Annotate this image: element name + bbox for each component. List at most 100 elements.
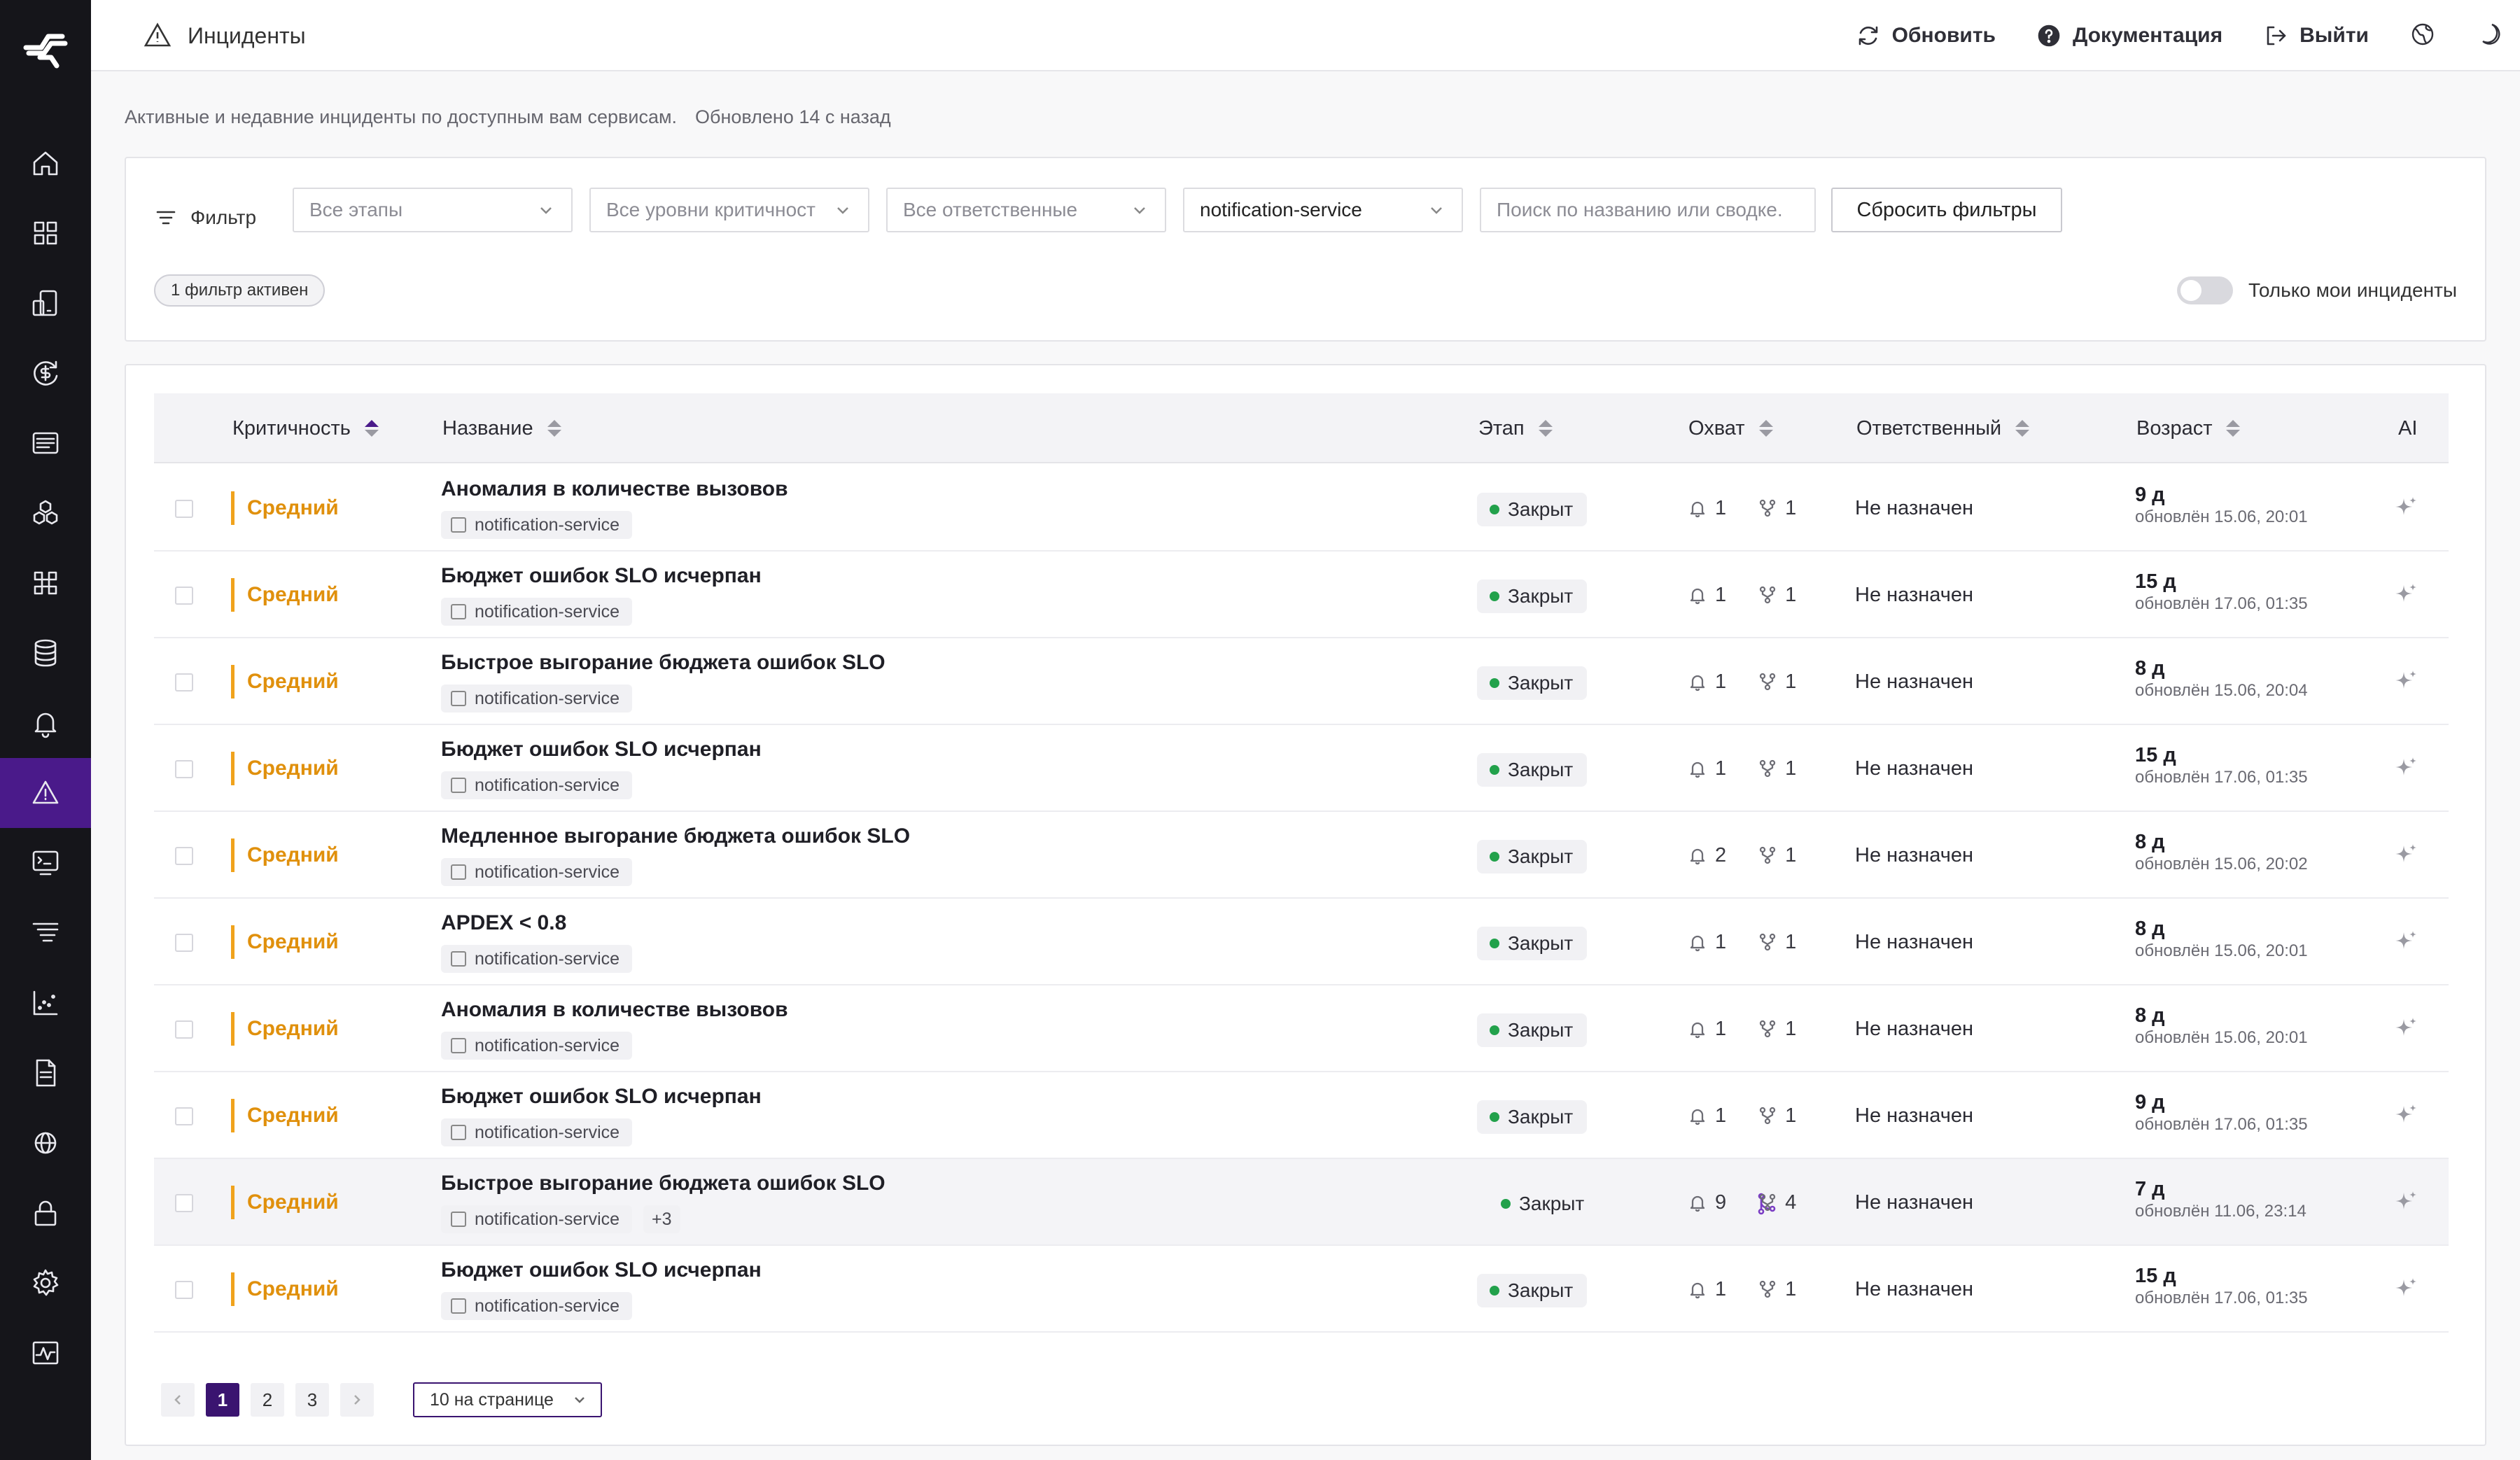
- table-row[interactable]: Средний Бюджет ошибок SLO исчерпан notific…: [154, 725, 2449, 812]
- table-row[interactable]: Средний Аномалия в количестве вызовов noti…: [154, 465, 2449, 552]
- search-input[interactable]: [1480, 188, 1816, 232]
- table-row[interactable]: Средний Аномалия в количестве вызовов noti…: [154, 985, 2449, 1072]
- incident-title[interactable]: Бюджет ошибок SLO исчерпан: [441, 1258, 762, 1282]
- documentation-button[interactable]: Документация: [2036, 23, 2222, 48]
- table-row[interactable]: Средний Быстрое выгорание бюджета ошибок …: [154, 1159, 2449, 1246]
- stage-select[interactable]: Все этапы: [293, 188, 573, 232]
- column-severity[interactable]: Критичность: [232, 393, 379, 463]
- theme-toggle-button[interactable]: [2477, 21, 2503, 51]
- incident-title[interactable]: Быстрое выгорание бюджета ошибок SLO: [441, 651, 886, 675]
- table-row[interactable]: Средний Медленное выгорание бюджета ошибо…: [154, 812, 2449, 899]
- page-button[interactable]: 2: [251, 1383, 284, 1417]
- page-size-select[interactable]: 10 на странице: [413, 1382, 602, 1417]
- age-cell: 15 д обновлён 17.06, 01:35: [2135, 743, 2308, 788]
- column-reach[interactable]: Охват: [1688, 393, 1773, 463]
- incident-title[interactable]: Медленное выгорание бюджета ошибок SLO: [441, 824, 910, 848]
- page-button[interactable]: 1: [206, 1383, 239, 1417]
- service-tag[interactable]: notification-service: [441, 511, 633, 539]
- service-tag[interactable]: notification-service: [441, 1118, 633, 1146]
- refresh-button[interactable]: Обновить: [1856, 23, 1996, 48]
- sidebar-item-monitoring[interactable]: [0, 828, 91, 898]
- language-button[interactable]: [2409, 21, 2436, 51]
- only-mine-toggle[interactable]: [2176, 276, 2233, 304]
- row-checkbox[interactable]: [175, 1020, 193, 1039]
- column-stage[interactable]: Этап: [1478, 393, 1553, 463]
- row-checkbox[interactable]: [175, 673, 193, 692]
- sidebar-item-traces[interactable]: [0, 898, 91, 968]
- incident-title[interactable]: Бюджет ошибок SLO исчерпан: [441, 1085, 762, 1109]
- sidebar-item-health[interactable]: [0, 1318, 91, 1388]
- sidebar-item-logs[interactable]: [0, 408, 91, 478]
- row-checkbox[interactable]: [175, 760, 193, 778]
- row-checkbox[interactable]: [175, 1107, 193, 1125]
- more-services-tag[interactable]: +3: [643, 1205, 680, 1233]
- incident-title[interactable]: Аномалия в количестве вызовов: [441, 477, 788, 501]
- row-checkbox[interactable]: [175, 1194, 193, 1212]
- column-name[interactable]: Название: [442, 393, 561, 463]
- ai-sparkle-icon[interactable]: [2391, 1015, 2419, 1043]
- logout-button[interactable]: Выйти: [2263, 23, 2369, 48]
- app-logo[interactable]: [23, 27, 68, 71]
- sidebar-item-home[interactable]: [0, 128, 91, 198]
- sidebar-item-metrics[interactable]: [0, 968, 91, 1038]
- ai-sparkle-icon[interactable]: [2391, 754, 2419, 782]
- sidebar-item-dashboards[interactable]: [0, 198, 91, 268]
- table-row[interactable]: Средний APDEX < 0.8 notification-service За…: [154, 899, 2449, 985]
- ai-sparkle-icon[interactable]: [2391, 928, 2419, 956]
- severity-select[interactable]: Все уровни критичност: [589, 188, 869, 232]
- ai-sparkle-icon[interactable]: [2391, 1275, 2419, 1303]
- sidebar-item-costs[interactable]: [0, 338, 91, 408]
- owner-select[interactable]: Все ответственные: [886, 188, 1166, 232]
- ai-sparkle-icon[interactable]: [2391, 1188, 2419, 1216]
- row-checkbox[interactable]: [175, 500, 193, 518]
- service-tag[interactable]: notification-service: [441, 858, 633, 886]
- sort-icon: [547, 420, 561, 437]
- table-row[interactable]: Средний Бюджет ошибок SLO исчерпан notific…: [154, 1072, 2449, 1159]
- row-checkbox[interactable]: [175, 934, 193, 952]
- column-owner[interactable]: Ответственный: [1856, 393, 2030, 463]
- table-row[interactable]: Средний Бюджет ошибок SLO исчерпан notific…: [154, 552, 2449, 638]
- table-row[interactable]: Средний Бюджет ошибок SLO исчерпан notific…: [154, 1246, 2449, 1333]
- ai-sparkle-icon[interactable]: [2391, 668, 2419, 696]
- filter-icon: [156, 211, 176, 225]
- ai-sparkle-icon[interactable]: [2391, 494, 2419, 522]
- service-tag[interactable]: notification-service: [441, 598, 633, 626]
- reset-filters-button[interactable]: Сбросить фильтры: [1831, 188, 2062, 232]
- sidebar-item-services[interactable]: [0, 478, 91, 548]
- ai-sparkle-icon[interactable]: [2391, 581, 2419, 609]
- incident-title[interactable]: Бюджет ошибок SLO исчерпан: [441, 564, 762, 588]
- incident-title[interactable]: Быстрое выгорание бюджета ошибок SLO: [441, 1172, 886, 1195]
- column-age[interactable]: Возраст: [2136, 393, 2241, 463]
- sidebar-item-settings[interactable]: [0, 1248, 91, 1318]
- incident-title[interactable]: Бюджет ошибок SLO исчерпан: [441, 738, 762, 761]
- sidebar-item-devices[interactable]: [0, 268, 91, 338]
- service-tag[interactable]: notification-service: [441, 1292, 633, 1320]
- prev-page-button[interactable]: [161, 1383, 195, 1417]
- service-tag[interactable]: notification-service: [441, 685, 633, 713]
- sidebar-item-security[interactable]: [0, 1178, 91, 1248]
- row-checkbox[interactable]: [175, 587, 193, 605]
- service-tag[interactable]: notification-service: [441, 945, 633, 973]
- sidebar-item-incidents[interactable]: [0, 758, 91, 828]
- ai-sparkle-icon[interactable]: [2391, 1102, 2419, 1130]
- sidebar-item-network[interactable]: [0, 1108, 91, 1178]
- table-row[interactable]: Средний Быстрое выгорание бюджета ошибок …: [154, 638, 2449, 725]
- sort-icon: [1758, 420, 1773, 437]
- sidebar-item-alerts[interactable]: [0, 688, 91, 758]
- page-button[interactable]: 3: [295, 1383, 329, 1417]
- ai-sparkle-icon[interactable]: [2391, 841, 2419, 869]
- service-tag[interactable]: notification-service: [441, 771, 633, 799]
- service-select[interactable]: notification-service: [1183, 188, 1463, 232]
- service-tag[interactable]: notification-service: [441, 1032, 633, 1060]
- incident-title[interactable]: Аномалия в количестве вызовов: [441, 998, 788, 1022]
- incident-title[interactable]: APDEX < 0.8: [441, 911, 566, 935]
- sidebar-item-databases[interactable]: [0, 618, 91, 688]
- sidebar-item-reports[interactable]: [0, 1038, 91, 1108]
- row-checkbox[interactable]: [175, 1281, 193, 1299]
- row-checkbox[interactable]: [175, 847, 193, 865]
- service-tag[interactable]: notification-service: [441, 1205, 633, 1233]
- age-value: 9 д: [2135, 484, 2165, 506]
- next-page-button[interactable]: [340, 1383, 374, 1417]
- service-tags: notification-service: [441, 1118, 633, 1146]
- sidebar-item-topology[interactable]: [0, 548, 91, 618]
